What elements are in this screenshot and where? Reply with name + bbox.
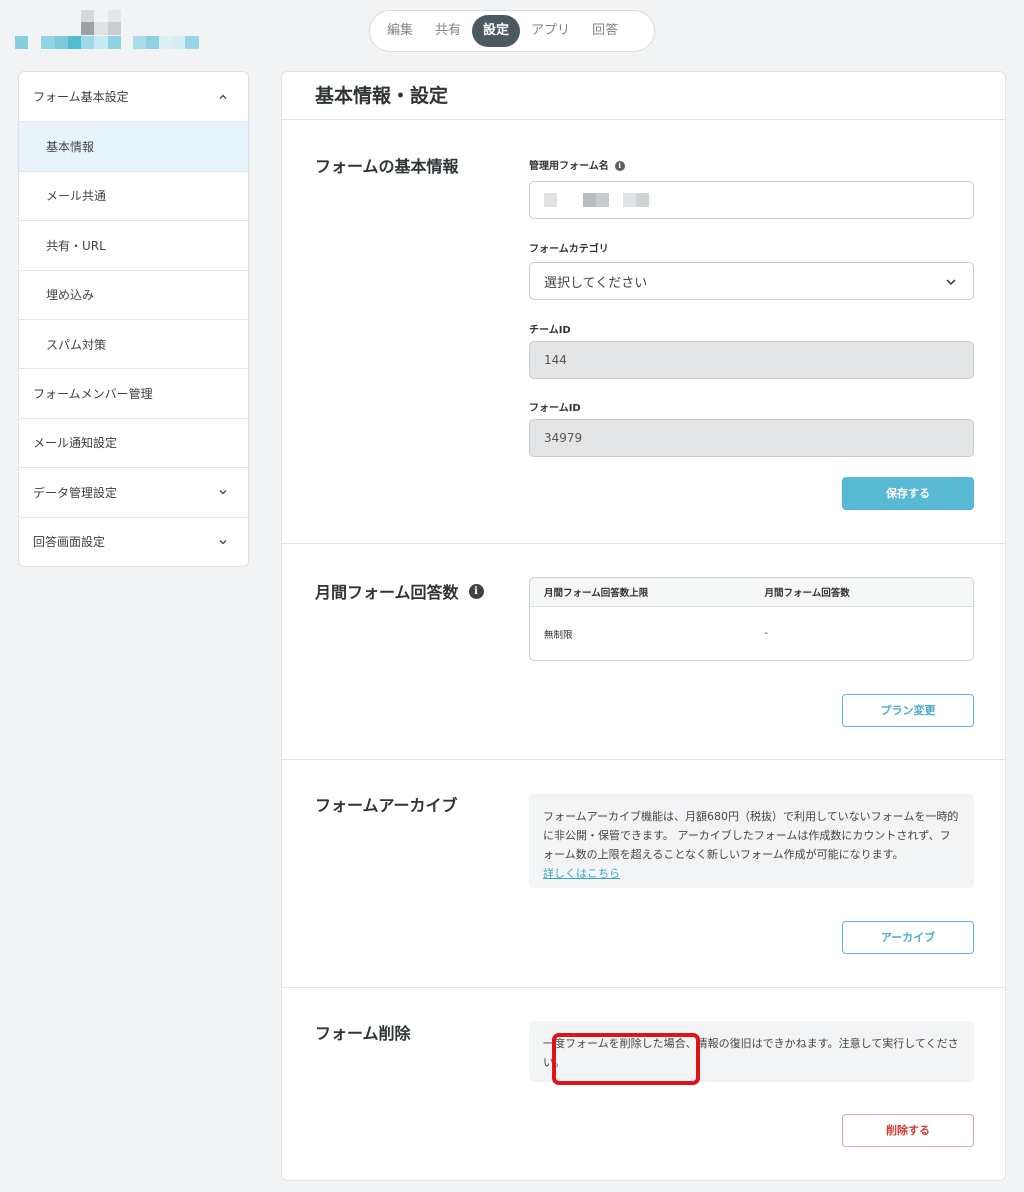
sidebar-item-embed[interactable]: 埋め込み	[19, 269, 248, 319]
masked-value	[544, 193, 654, 207]
sidebar-item-label: フォーム基本設定	[33, 90, 129, 105]
sidebar-item-label: スパム対策	[46, 337, 107, 352]
tab-edit[interactable]: 編集	[376, 15, 424, 47]
sidebar-item-spam-protection[interactable]: スパム対策	[19, 318, 248, 368]
brand-logo[interactable]	[14, 10, 204, 50]
archive-text: フォームアーカイブ機能は、月額680円（税抜）で利用していないフォームを一時的に…	[543, 810, 959, 861]
archive-button[interactable]: アーカイブ	[842, 921, 974, 954]
page-title: 基本情報・設定	[282, 72, 1005, 120]
info-icon[interactable]: i	[614, 161, 625, 171]
details-link[interactable]: 詳しくはこちら	[543, 867, 620, 880]
save-button[interactable]: 保存する	[842, 477, 974, 510]
sidebar-item-mail-common[interactable]: メール共通	[19, 170, 248, 220]
change-plan-button[interactable]: プラン変更	[842, 694, 974, 727]
form-id-label: フォームID	[529, 403, 581, 414]
section-title: 月間フォーム回答数 i	[315, 579, 484, 603]
sidebar-group-form-basic-settings[interactable]: フォーム基本設定	[19, 72, 248, 121]
tab-settings[interactable]: 設定	[472, 15, 521, 47]
info-icon[interactable]: i	[468, 583, 484, 599]
count-value: -	[764, 628, 768, 639]
monthly-response-table: 月間フォーム回答数上限 月間フォーム回答数 無制限 -	[529, 577, 974, 661]
tab-app[interactable]: アプリ	[520, 15, 581, 47]
section-title: フォームの基本情報	[315, 153, 459, 177]
team-id-value: 144	[544, 353, 567, 367]
chevron-down-icon	[946, 279, 956, 286]
form-id-value: 34979	[544, 431, 583, 445]
sidebar-item-label: メール共通	[46, 189, 107, 204]
sidebar-item-label: 基本情報	[46, 140, 95, 155]
sidebar-group-data-management[interactable]: データ管理設定	[19, 467, 248, 516]
section-title-text: フォーム削除	[315, 1024, 411, 1043]
delete-button[interactable]: 削除する	[842, 1114, 974, 1147]
section-form-basic-info: フォームの基本情報 管理用フォーム名 i フォームカテゴリ 選択してください チー…	[282, 120, 1005, 544]
archive-description: フォームアーカイブ機能は、月額680円（税抜）で利用していないフォームを一時的に…	[529, 794, 974, 888]
section-title: フォーム削除	[315, 1020, 411, 1044]
team-id-label: チームID	[529, 325, 571, 336]
team-id-field: 144	[529, 341, 974, 379]
tab-responses[interactable]: 回答	[581, 15, 629, 47]
form-name-input[interactable]	[529, 181, 974, 219]
chevron-down-icon	[219, 490, 227, 495]
settings-main-panel: 基本情報・設定 フォームの基本情報 管理用フォーム名 i フォームカテゴリ 選択し…	[281, 71, 1006, 1181]
form-name-label-text: 管理用フォーム名	[529, 161, 609, 172]
chevron-down-icon	[219, 539, 227, 545]
sidebar-item-label: 共有・URL	[46, 238, 106, 253]
section-title-text: 月間フォーム回答数	[315, 583, 459, 602]
section-title-text: フォームアーカイブ	[315, 796, 458, 815]
form-id-field: 34979	[529, 419, 974, 457]
form-name-label: 管理用フォーム名 i	[529, 157, 625, 172]
section-form-delete: フォーム削除 一度フォームを削除した場合、情報の復旧はできかねます。注意して実行…	[282, 988, 1005, 1182]
sidebar-item-mail-notification[interactable]: メール通知設定	[19, 417, 248, 467]
tab-share[interactable]: 共有	[424, 15, 472, 47]
sidebar-item-label: データ管理設定	[33, 485, 118, 500]
form-category-select[interactable]: 選択してください	[529, 262, 974, 300]
chevron-up-icon	[219, 94, 227, 99]
delete-button-highlight	[552, 1033, 700, 1085]
section-monthly-responses: 月間フォーム回答数 i 月間フォーム回答数上限 月間フォーム回答数 無制限 - …	[282, 544, 1005, 760]
sidebar-item-label: 埋め込み	[46, 288, 95, 303]
section-title-text: フォームの基本情報	[315, 157, 459, 176]
form-category-label: フォームカテゴリ	[529, 244, 609, 255]
table-header: 月間フォーム回答数上限 月間フォーム回答数	[530, 578, 973, 607]
sidebar-group-response-screen[interactable]: 回答画面設定	[19, 516, 248, 566]
section-form-archive: フォームアーカイブ フォームアーカイブ機能は、月額680円（税抜）で利用していな…	[282, 760, 1005, 988]
sidebar-item-label: 回答画面設定	[33, 535, 106, 550]
form-category-value: 選択してください	[544, 275, 648, 291]
sidebar-item-basic-info[interactable]: 基本情報	[19, 121, 248, 171]
column-header-limit: 月間フォーム回答数上限	[544, 588, 649, 599]
sidebar-item-label: メール通知設定	[33, 436, 118, 451]
section-title: フォームアーカイブ	[315, 792, 458, 816]
settings-sidebar: フォーム基本設定 基本情報 メール共通 共有・URL 埋め込み スパム対策 フォ…	[18, 71, 249, 567]
column-header-count: 月間フォーム回答数	[764, 588, 850, 599]
table-row: 無制限 -	[530, 607, 973, 660]
top-tab-bar: 編集 共有 設定 アプリ 回答	[369, 10, 655, 52]
sidebar-item-form-members[interactable]: フォームメンバー管理	[19, 368, 248, 417]
sidebar-item-share-url[interactable]: 共有・URL	[19, 220, 248, 269]
sidebar-item-label: フォームメンバー管理	[33, 387, 153, 402]
limit-value: 無制限	[544, 629, 573, 641]
